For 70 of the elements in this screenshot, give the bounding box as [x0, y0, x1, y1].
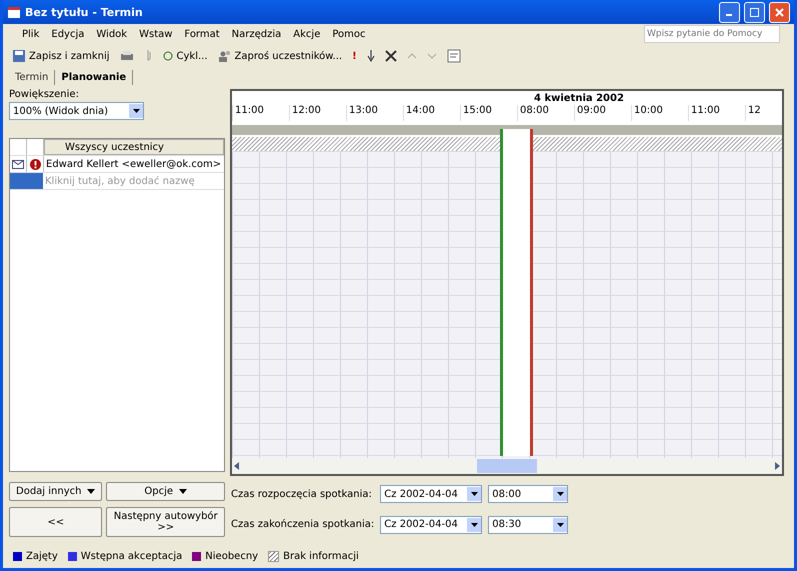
horizontal-scrollbar[interactable]	[232, 458, 782, 474]
legend-swatch	[268, 551, 280, 562]
help-search-field[interactable]: Wpisz pytanie do Pomocy	[644, 25, 780, 43]
attendee-name[interactable]: Edward Kellert <eweller@ok.com>	[44, 156, 224, 172]
people-icon	[218, 50, 232, 62]
zoom-dropdown[interactable]: 100% (Widok dnia)	[9, 102, 144, 120]
zoom-label: Powiększenie:	[9, 89, 80, 100]
action-button[interactable]: <<	[9, 507, 102, 537]
legend-label: Zajęty	[26, 551, 58, 562]
minimize-button[interactable]	[719, 2, 740, 22]
time-label: Czas rozpoczęcia spotkania:	[231, 488, 373, 500]
date-field[interactable]: Cz 2002-04-04	[380, 516, 482, 534]
down-arrow-icon	[366, 50, 375, 62]
meeting-selection[interactable]	[500, 129, 533, 456]
form-icon	[446, 49, 461, 63]
action-button[interactable]: Opcje	[106, 482, 225, 501]
time-label: Czas zakończenia spotkania:	[231, 519, 374, 530]
tab[interactable]: Termin	[9, 70, 56, 85]
time-label: 12	[745, 105, 782, 121]
scrollbar-thumb[interactable]	[477, 459, 537, 473]
time-label: 11:00	[232, 105, 289, 121]
caret-icon	[470, 492, 478, 496]
printer-icon	[120, 50, 134, 62]
legend-label: Brak informacji	[283, 551, 359, 562]
time-label: 09:00	[574, 105, 631, 121]
scroll-right-icon[interactable]	[772, 461, 782, 471]
delete-icon	[384, 50, 397, 62]
menu-item[interactable]: Akcje	[288, 26, 326, 42]
date-header: 4 kwietnia 2002	[534, 92, 624, 104]
caret-icon	[470, 522, 478, 527]
caret-icon	[556, 492, 564, 496]
time-label: 11:00	[688, 105, 745, 121]
time-label: 08:00	[517, 105, 574, 121]
time-label: 12:00	[289, 105, 346, 121]
maximize-icon	[750, 8, 759, 16]
scroll-left-icon[interactable]	[232, 461, 242, 471]
time-label: 15:00	[460, 105, 517, 121]
toolbar-button[interactable]: Zapisz i zamknij	[9, 47, 113, 65]
menu-item[interactable]: Edycja	[46, 26, 90, 42]
calendar-icon	[7, 5, 21, 19]
tab[interactable]: Planowanie	[55, 70, 134, 85]
close-icon	[775, 8, 784, 16]
time-label: 13:00	[346, 105, 403, 121]
toolbar-button[interactable]: Zaproś uczestników...	[214, 48, 346, 64]
up-icon	[406, 51, 417, 61]
action-button[interactable]: Dodaj innych	[9, 482, 102, 501]
toolbar-button[interactable]: Cykl...	[158, 48, 211, 64]
legend-label: Nieobecny	[205, 551, 258, 562]
close-button[interactable]	[769, 2, 790, 22]
action-button[interactable]: Następny autowybór >>	[106, 507, 225, 537]
menu-item[interactable]: Narzędzia	[226, 26, 286, 42]
window-title: Bez tytułu - Termin	[25, 6, 144, 18]
menu-item[interactable]: Widok	[91, 26, 132, 42]
maximize-button[interactable]	[744, 2, 765, 22]
time-label: 14:00	[403, 105, 460, 121]
envelope-icon	[12, 160, 24, 168]
time-label: 10:00	[631, 105, 688, 121]
menu-item[interactable]: Wstaw	[134, 26, 178, 42]
toolbar-button[interactable]: !	[349, 48, 360, 64]
date-field[interactable]: Cz 2002-04-04	[380, 485, 482, 504]
caret-icon	[132, 109, 140, 113]
down-icon	[426, 51, 437, 61]
legend-label: Wstępna akceptacja	[80, 551, 182, 562]
menu-item[interactable]: Pomoc	[327, 26, 371, 42]
column-header: Wszyscy uczestnicy	[44, 139, 224, 155]
caret-icon	[556, 522, 564, 527]
time-field[interactable]: 08:30	[488, 516, 568, 534]
time-field[interactable]: 08:00	[488, 485, 568, 504]
menu-item[interactable]: Plik	[17, 26, 44, 42]
menu-item[interactable]: Format	[179, 26, 225, 42]
